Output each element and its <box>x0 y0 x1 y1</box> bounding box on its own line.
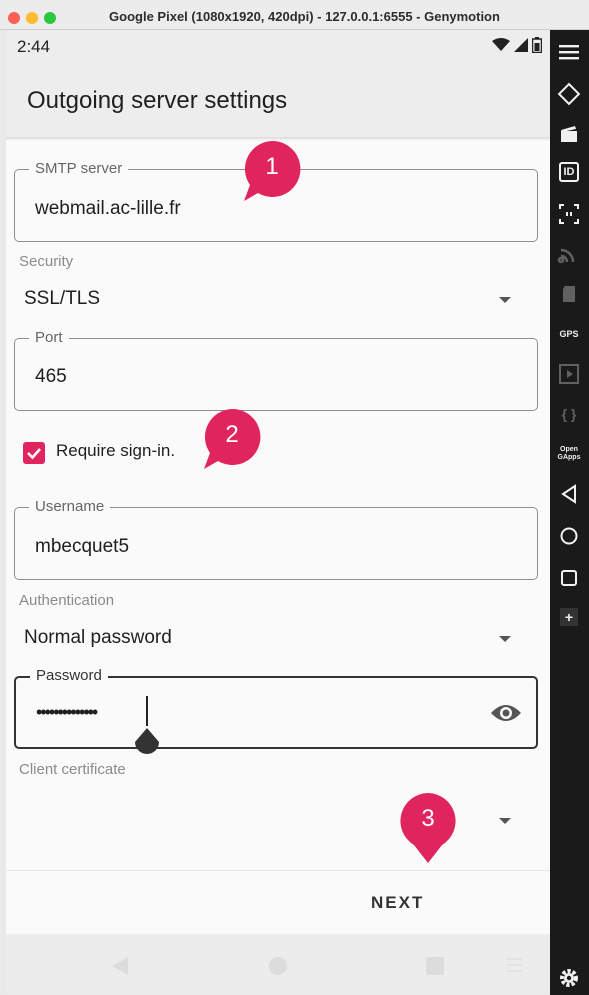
annotation-badge-1-number: 1 <box>265 153 279 180</box>
annotation-badge-2-number: 2 <box>225 421 239 448</box>
smtp-server-label: SMTP server <box>29 160 129 177</box>
nav-home-icon[interactable] <box>268 956 288 976</box>
nav-menu-icon[interactable] <box>506 958 522 972</box>
authentication-label: Authentication <box>19 592 115 609</box>
client-certificate-label: Client certificate <box>19 761 126 778</box>
recents-square-icon[interactable] <box>557 566 581 590</box>
client-certificate-dropdown-arrow-icon <box>499 818 511 824</box>
security-dropdown[interactable]: SSL/TLS <box>6 279 550 319</box>
security-value: SSL/TLS <box>24 288 101 309</box>
status-bar: 2:44 <box>6 31 550 61</box>
status-icons <box>492 37 542 53</box>
sd-card-icon[interactable] <box>557 282 581 306</box>
cast-icon[interactable] <box>557 242 581 266</box>
android-nav-bar <box>6 934 550 993</box>
authentication-value: Normal password <box>24 627 172 648</box>
annotation-badge-3-number: 3 <box>421 805 435 832</box>
security-label: Security <box>19 253 74 270</box>
window-title: Google Pixel (1080x1920, 420dpi) - 127.0… <box>109 9 500 24</box>
annotation-badge-3: 3 <box>398 791 458 863</box>
battery-icon <box>532 37 542 53</box>
device-id-icon[interactable]: ID <box>559 162 579 182</box>
gps-icon[interactable]: GPS <box>557 322 581 346</box>
app-bar: Outgoing server settings <box>6 61 550 137</box>
signal-icon <box>514 38 528 52</box>
password-value[interactable]: •••••••••••••• <box>36 702 98 723</box>
nav-recents-icon[interactable] <box>425 956 445 976</box>
hamburger-menu-icon[interactable] <box>557 40 581 64</box>
username-field[interactable]: Username mbecquet5 <box>14 498 538 580</box>
home-circle-icon[interactable] <box>557 524 581 548</box>
nav-back-icon[interactable] <box>110 956 130 976</box>
pixel-perfect-icon[interactable] <box>557 202 581 226</box>
page-title: Outgoing server settings <box>27 87 288 114</box>
authentication-dropdown-arrow-icon <box>499 636 511 642</box>
back-triangle-icon[interactable] <box>557 482 581 506</box>
annotation-badge-1: 1 <box>242 139 302 205</box>
port-value[interactable]: 465 <box>35 366 67 388</box>
settings-gear-icon[interactable] <box>557 966 581 990</box>
open-gapps-icon[interactable]: Open GApps <box>557 442 581 466</box>
braces-icon[interactable]: { } <box>557 402 581 426</box>
port-field[interactable]: Port 465 <box>14 329 538 411</box>
require-signin-label[interactable]: Require sign-in. <box>56 441 175 461</box>
next-button[interactable]: NEXT <box>371 893 424 913</box>
username-value[interactable]: mbecquet5 <box>35 536 129 558</box>
require-signin-checkbox[interactable] <box>23 442 45 464</box>
device-screen: 2:44 Outgoing server settings SMTP serve… <box>6 31 550 993</box>
rotate-icon[interactable] <box>557 82 581 106</box>
smtp-server-value[interactable]: webmail.ac-lille.fr <box>35 198 181 220</box>
authentication-dropdown[interactable]: Normal password <box>6 618 550 658</box>
checkmark-icon <box>27 448 41 460</box>
port-label: Port <box>29 329 69 346</box>
cursor-handle-icon[interactable] <box>133 728 161 756</box>
media-icon[interactable] <box>557 362 581 386</box>
annotation-badge-2: 2 <box>202 407 262 473</box>
bottom-action-bar: NEXT <box>6 870 550 934</box>
client-certificate-dropdown[interactable] <box>6 801 550 841</box>
password-field[interactable]: Password •••••••••••••• <box>14 667 538 754</box>
screen-capture-icon[interactable] <box>557 122 581 146</box>
window-titlebar: Google Pixel (1080x1920, 420dpi) - 127.0… <box>0 0 589 30</box>
password-label: Password <box>30 667 108 684</box>
show-password-eye-icon[interactable] <box>490 700 522 726</box>
status-clock: 2:44 <box>17 37 51 56</box>
add-widget-icon[interactable]: + <box>560 608 578 626</box>
wifi-icon <box>492 38 510 51</box>
genymotion-toolbar: ID GPS { } Open GApps + <box>550 30 589 995</box>
username-label: Username <box>29 498 111 515</box>
security-dropdown-arrow-icon <box>499 297 511 303</box>
text-cursor <box>146 696 148 726</box>
